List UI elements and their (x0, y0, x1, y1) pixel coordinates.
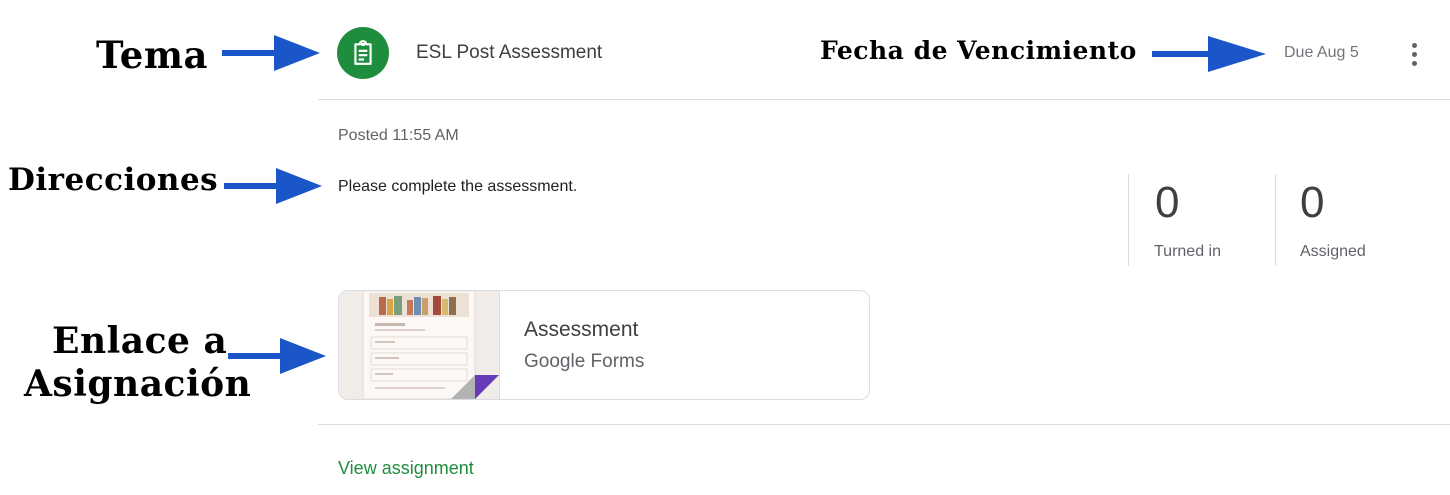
attachment-title: Assessment (524, 318, 639, 341)
assignment-icon (337, 27, 389, 79)
assigned-count[interactable]: 0 (1300, 178, 1324, 228)
annotation-directions: Direcciones (8, 162, 219, 198)
assignment-instructions: Please complete the assessment. (338, 178, 578, 195)
due-date: Due Aug 5 (1284, 44, 1359, 61)
header-divider (318, 99, 1450, 100)
attachment-card[interactable]: Assessment Google Forms (338, 290, 870, 400)
footer-divider (318, 424, 1450, 425)
assignment-title: ESL Post Assessment (416, 42, 603, 63)
arrow-icon (222, 35, 320, 71)
turned-in-label: Turned in (1154, 243, 1221, 260)
arrow-icon (228, 338, 326, 374)
view-assignment-link[interactable]: View assignment (338, 458, 474, 479)
turned-in-count[interactable]: 0 (1155, 178, 1179, 228)
attachment-type: Google Forms (524, 351, 645, 372)
posted-time: Posted 11:55 AM (338, 127, 459, 144)
form-thumbnail (339, 291, 500, 399)
stats-divider (1128, 174, 1129, 266)
arrow-icon (1152, 36, 1266, 72)
annotation-link-line2: Asignación (24, 363, 252, 405)
assigned-label: Assigned (1300, 243, 1366, 260)
more-vert-icon[interactable] (1402, 38, 1426, 70)
annotation-due-date: Fecha de Vencimiento (820, 36, 1137, 65)
stats-divider (1275, 174, 1276, 266)
arrow-icon (224, 168, 322, 204)
annotation-topic: Tema (96, 33, 208, 77)
annotation-link-line1: Enlace a (52, 320, 228, 362)
